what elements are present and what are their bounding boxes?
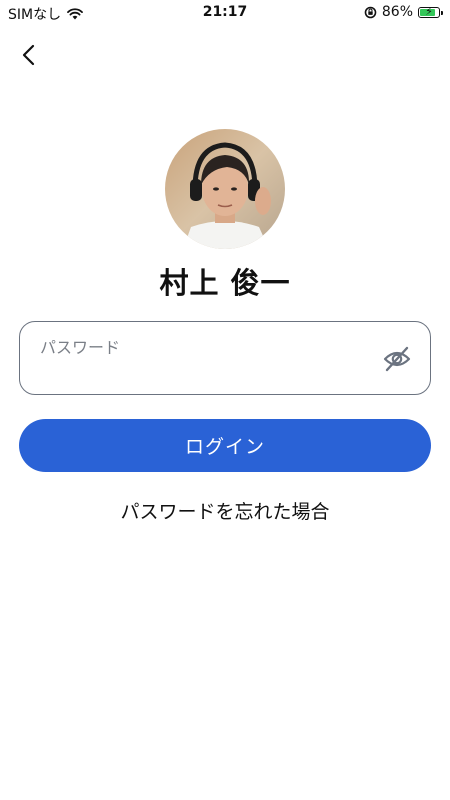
- password-input[interactable]: [38, 360, 382, 388]
- battery-percent: 86%: [381, 4, 413, 20]
- battery-charging-icon: ⚡: [418, 4, 443, 18]
- password-visibility-toggle[interactable]: [382, 345, 412, 373]
- chevron-left-icon: [22, 44, 35, 66]
- status-bar: SIMなし 21:17 86% ⚡: [0, 0, 450, 26]
- avatar-photo: [165, 129, 285, 249]
- bolt-icon: ⚡: [425, 4, 433, 18]
- forgot-password-link[interactable]: パスワードを忘れた場合: [0, 497, 450, 524]
- password-field[interactable]: パスワード: [19, 321, 431, 395]
- user-name: 村上 俊一: [159, 266, 291, 300]
- status-right: 86% ⚡: [364, 4, 443, 20]
- eye-slash-icon: [383, 346, 411, 372]
- password-label: パスワード: [40, 338, 121, 357]
- back-button[interactable]: [14, 40, 44, 70]
- orientation-lock-icon: [364, 6, 377, 18]
- login-button[interactable]: ログイン: [19, 419, 431, 472]
- avatar: [165, 129, 285, 249]
- battery-cap: [441, 10, 443, 15]
